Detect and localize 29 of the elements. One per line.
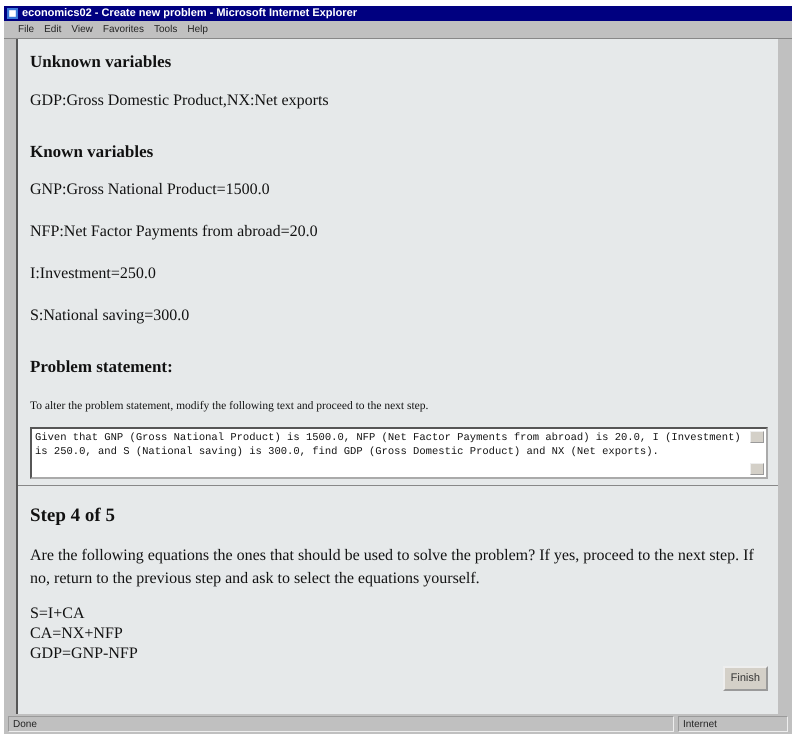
variable-line: GNP:Gross National Product=1500.0: [30, 180, 271, 200]
variable-line: NFP:Net Factor Payments from abroad=20.0: [30, 222, 319, 242]
step-title: Step 4 of 5: [30, 504, 116, 528]
scroll-down-button[interactable]: [750, 462, 764, 475]
section-heading: Problem statement:: [30, 356, 174, 378]
equation: GDP=GNP-NFP: [30, 644, 139, 664]
instruction-text: To alter the problem statement, modify the following text and proceed to the next step.: [30, 398, 430, 414]
variable-line: S:National saving=300.0: [30, 306, 190, 326]
scroll-up-button[interactable]: [750, 430, 764, 443]
menu-item[interactable]: Favorites: [102, 22, 144, 37]
window-title: economics02 - Create new problem - Microsoft Internet Explorer: [22, 6, 357, 22]
menu-item[interactable]: View: [71, 22, 93, 37]
section-heading: Known variables: [30, 140, 154, 162]
variable-line: GDP:Gross Domestic Product,NX:Net exports: [30, 90, 330, 110]
menu-item[interactable]: Edit: [44, 22, 62, 37]
finish-button[interactable]: Finish: [722, 666, 768, 691]
equation: S=I+CA: [30, 604, 86, 624]
problem-textarea[interactable]: [30, 426, 768, 479]
browser-icon: [7, 8, 18, 19]
section-heading: Unknown variables: [30, 51, 172, 73]
menu-item[interactable]: Help: [187, 22, 208, 37]
menu-item[interactable]: File: [18, 22, 34, 37]
problem-text: Given that GNP (Gross National Product) is 1500.0, NFP (Net Factor Payments from abroad) is 20.0, I (Investment) is 250.0, and S (National saving) is 300.0, find GDP (Gross Domestic Product) and NX (Net exports).: [35, 432, 741, 458]
question-text: Are the following equations the ones that should be used to solve the problem? If yes, proceed to the next step. If no, return to the previous step and ask to select the equations yourself.: [30, 546, 755, 590]
variable-line: I:Investment=250.0: [30, 264, 157, 284]
equation: CA=NX+NFP: [30, 624, 124, 644]
status-text: Done: [13, 718, 37, 732]
zone-text: Internet: [683, 718, 717, 732]
menu-item[interactable]: Tools: [154, 22, 178, 37]
